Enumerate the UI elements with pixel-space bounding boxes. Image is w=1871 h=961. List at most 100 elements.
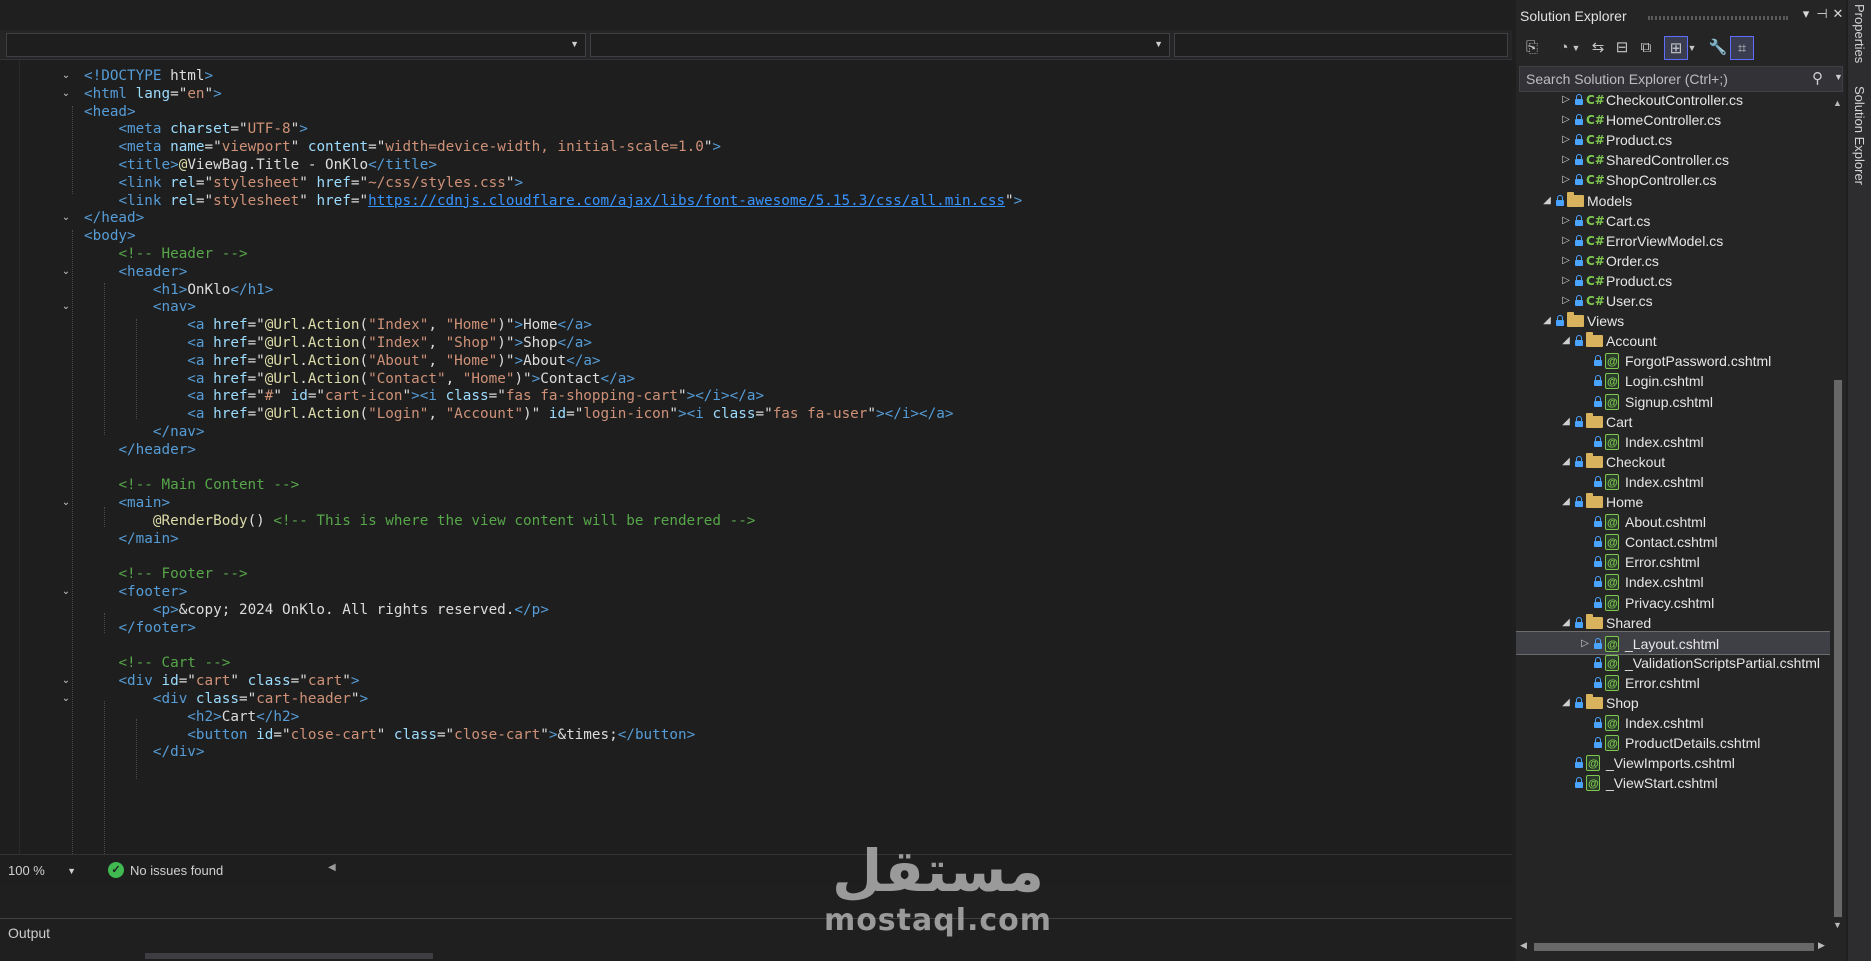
razor-file-icon xyxy=(1605,391,1619,415)
collapse-icon[interactable]: ⌄ xyxy=(60,693,72,705)
code-token: href xyxy=(213,317,248,334)
code-line[interactable]: </header> xyxy=(84,440,195,461)
code-token: Home xyxy=(523,317,558,334)
lock-icon xyxy=(1575,335,1583,347)
code-token: )" xyxy=(497,352,515,369)
lock-icon xyxy=(1575,415,1583,427)
code-token: <a xyxy=(187,335,214,351)
code-token: <div xyxy=(118,673,162,690)
scroll-left-icon[interactable]: ◀ xyxy=(328,862,336,873)
code-token: )" xyxy=(523,406,549,423)
code-token: <h1> xyxy=(152,281,188,298)
scope-dropdown[interactable] xyxy=(1174,33,1508,57)
collapse-icon[interactable]: ⌄ xyxy=(60,586,72,598)
scroll-left-icon[interactable]: ◀ xyxy=(1520,940,1527,951)
code-token: ( xyxy=(359,406,369,423)
close-icon[interactable]: ✕ xyxy=(1830,6,1846,22)
code-line[interactable]: <a href="@Url.Action("Login", "Account")… xyxy=(84,404,953,425)
collapse-icon[interactable]: ⌄ xyxy=(60,301,72,313)
code-token: <link xyxy=(118,192,171,209)
code-token: . xyxy=(299,352,308,369)
code-token: <h2> xyxy=(187,708,222,725)
project-dropdown[interactable]: ▼ xyxy=(6,33,586,57)
collapse-icon[interactable]: ⌄ xyxy=(60,70,72,82)
code-token: " xyxy=(273,388,291,405)
tree-item[interactable]: _ViewStart.cshtml xyxy=(1516,771,1830,796)
switch-views-icon[interactable]: ⎘ xyxy=(1520,36,1544,60)
lock-icon xyxy=(1575,234,1583,246)
collapse-icon[interactable]: ⌄ xyxy=(60,675,72,687)
code-token: =" xyxy=(273,726,291,743)
code-token: =" xyxy=(290,673,308,690)
code-token: " xyxy=(230,673,248,690)
collapse-icon[interactable]: ⌄ xyxy=(60,497,72,509)
code-token: )" xyxy=(514,370,532,387)
code-token[interactable]: https://cdnjs.cloudflare.com/ajax/libs/f… xyxy=(368,193,1005,209)
solution-search-input[interactable] xyxy=(1520,67,1810,91)
code-line[interactable]: @RenderBody() <!-- This is where the vie… xyxy=(84,511,756,532)
code-token: Cart xyxy=(221,708,257,725)
tab-properties[interactable]: Properties xyxy=(1850,4,1869,63)
razor-file-icon xyxy=(1605,551,1619,575)
code-editor: ▼ ▼ ⌄ ⌄ ⌄ ⌄ ⌄ ⌄ ⌄ ⌄ ⌄ <!DOCTYPE html> <html lang=… xyxy=(0,30,1512,886)
horizontal-scrollbar[interactable]: ◀ ▶ xyxy=(1516,937,1846,957)
solution-tree: ▷ C# CheckoutController.cs ▷ C# HomeControlle… xyxy=(1516,94,1830,937)
chevron-down-icon[interactable]: ▼ xyxy=(1686,36,1698,60)
code-line[interactable]: </footer> xyxy=(84,618,195,639)
output-title[interactable]: Output xyxy=(8,925,50,941)
csharp-file-icon: C# xyxy=(1586,153,1605,168)
lock-icon xyxy=(1594,516,1602,528)
window-menu-icon[interactable]: ▾ xyxy=(1798,6,1814,22)
search-icon[interactable]: ⚲ xyxy=(1812,69,1823,87)
scroll-thumb[interactable] xyxy=(1834,380,1842,917)
show-all-files-icon[interactable]: ⧉ xyxy=(1634,36,1658,60)
code-token: class xyxy=(712,406,756,423)
vertical-scrollbar[interactable]: ▲ ▼ xyxy=(1830,94,1846,937)
code-area[interactable]: ⌄ ⌄ ⌄ ⌄ ⌄ ⌄ ⌄ ⌄ ⌄ <!DOCTYPE html> <html lang="en"… xyxy=(0,60,1512,854)
csharp-file-icon: C# xyxy=(1586,273,1605,288)
code-token: " xyxy=(204,85,214,102)
preview-selected-icon[interactable]: ⌗ xyxy=(1730,36,1754,60)
code-token: Contact xyxy=(540,370,601,387)
sync-icon[interactable]: ⇆ xyxy=(1586,36,1610,60)
code-token: <!-- Footer --> xyxy=(118,566,248,583)
code-token: id xyxy=(161,673,179,690)
chevron-down-icon[interactable]: ▼ xyxy=(1570,36,1582,60)
zoom-dropdown[interactable]: 100 % ▼ xyxy=(4,860,80,882)
lock-icon xyxy=(1594,435,1602,447)
code-line[interactable]: </main> xyxy=(84,529,178,550)
scroll-up-icon[interactable]: ▲ xyxy=(1833,98,1842,108)
tab-solution-explorer[interactable]: Solution Explorer xyxy=(1850,86,1869,185)
code-token: <meta xyxy=(118,121,171,138)
output-scrollbar[interactable] xyxy=(145,953,433,959)
code-line[interactable]: <link rel="stylesheet" href="https://cdn… xyxy=(84,191,1022,212)
code-token: <div xyxy=(152,691,196,707)
scroll-right-icon[interactable]: ▶ xyxy=(1818,940,1825,951)
collapse-all-icon[interactable]: ⊟ xyxy=(1610,36,1634,60)
chevron-down-icon[interactable]: ▼ xyxy=(1834,72,1843,82)
collapse-icon[interactable]: ⌄ xyxy=(60,266,72,278)
scroll-thumb[interactable] xyxy=(1534,943,1814,951)
code-token: href xyxy=(316,192,351,209)
drag-grip[interactable] xyxy=(1648,16,1788,20)
solution-search-box[interactable]: ⚲ ▼ xyxy=(1519,66,1843,92)
code-token: <p> xyxy=(152,602,179,618)
collapse-icon[interactable]: ⌄ xyxy=(60,212,72,224)
scroll-down-icon[interactable]: ▼ xyxy=(1833,920,1842,930)
code-token: <a xyxy=(187,406,214,423)
issues-status[interactable]: No issues found xyxy=(130,860,223,882)
code-token: > xyxy=(514,174,524,191)
code-token: . xyxy=(299,406,308,423)
pin-icon[interactable]: ⊣ xyxy=(1814,6,1830,22)
collapse-icon[interactable]: ⌄ xyxy=(60,88,72,100)
member-dropdown[interactable]: ▼ xyxy=(590,33,1170,57)
wrench-icon[interactable]: 🔧 xyxy=(1706,36,1730,60)
code-token: href xyxy=(213,370,248,387)
code-line[interactable]: </div> xyxy=(84,742,205,763)
filter-icon[interactable]: ⊞ xyxy=(1664,36,1688,60)
